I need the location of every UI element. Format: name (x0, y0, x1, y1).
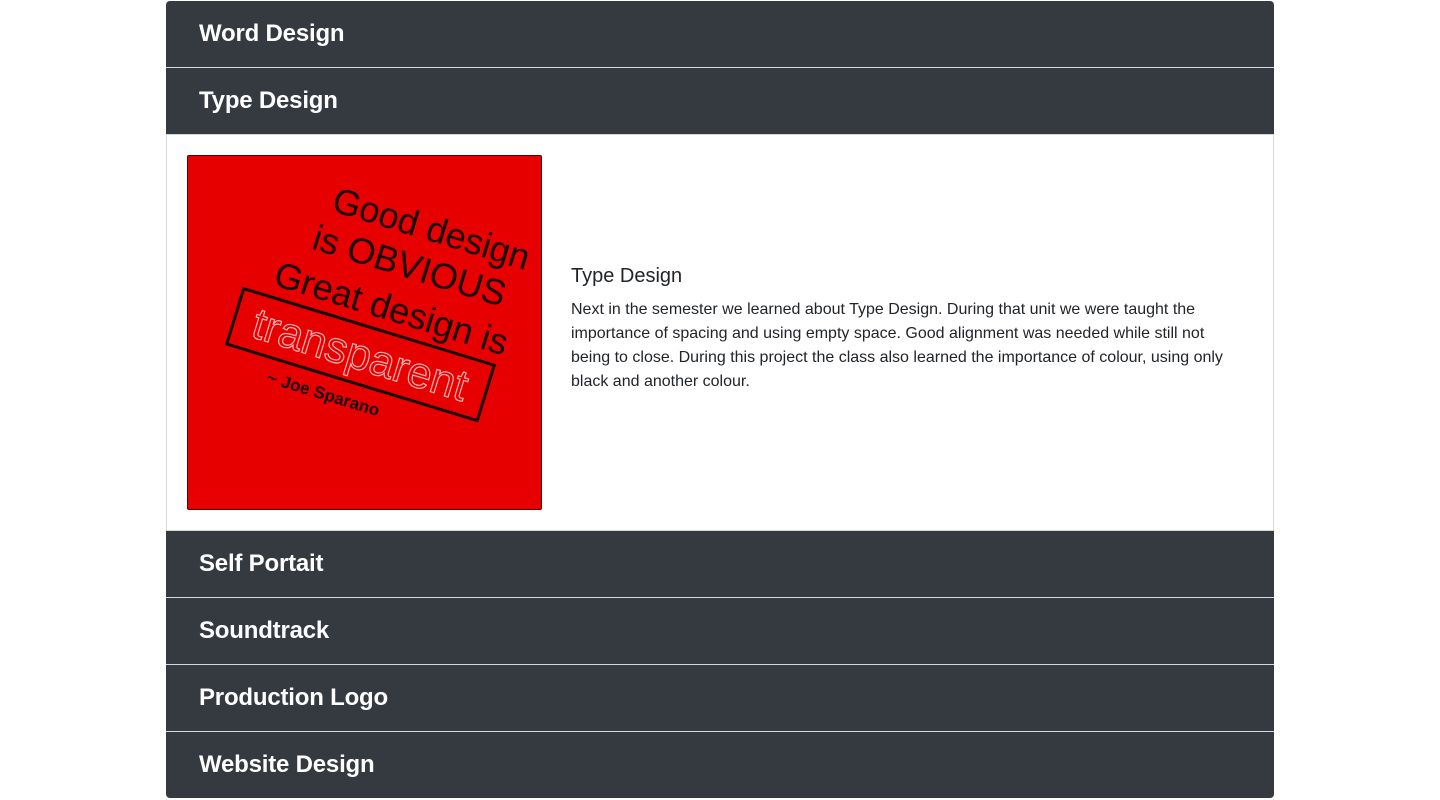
section-heading: Type Design (571, 265, 683, 287)
accordion-header-word-design[interactable]: Word Design (166, 1, 1274, 68)
type-design-poster-image: Good design is OBVIOUS Great design is t… (187, 155, 542, 510)
accordion-header-soundtrack[interactable]: Soundtrack (166, 598, 1274, 665)
accordion-title: Website Design (199, 751, 375, 778)
poster-artwork: Good design is OBVIOUS Great design is t… (224, 179, 535, 423)
accordion: Word Design Type Design Good design is O… (166, 1, 1274, 798)
accordion-header-production-logo[interactable]: Production Logo (166, 665, 1274, 732)
accordion-title: Self Portait (199, 550, 324, 577)
accordion-title: Word Design (199, 20, 345, 47)
accordion-title: Production Logo (199, 684, 388, 711)
accordion-body-type-design: Good design is OBVIOUS Great design is t… (166, 135, 1274, 531)
accordion-header-self-portait[interactable]: Self Portait (166, 531, 1274, 598)
accordion-header-website-design[interactable]: Website Design (166, 732, 1274, 798)
accordion-header-type-design[interactable]: Type Design (166, 68, 1274, 135)
accordion-title: Type Design (199, 87, 338, 114)
type-design-description: Type Design Next in the semester we lear… (571, 265, 1231, 394)
section-paragraph: Next in the semester we learned about Ty… (571, 301, 1223, 390)
accordion-title: Soundtrack (199, 617, 330, 644)
